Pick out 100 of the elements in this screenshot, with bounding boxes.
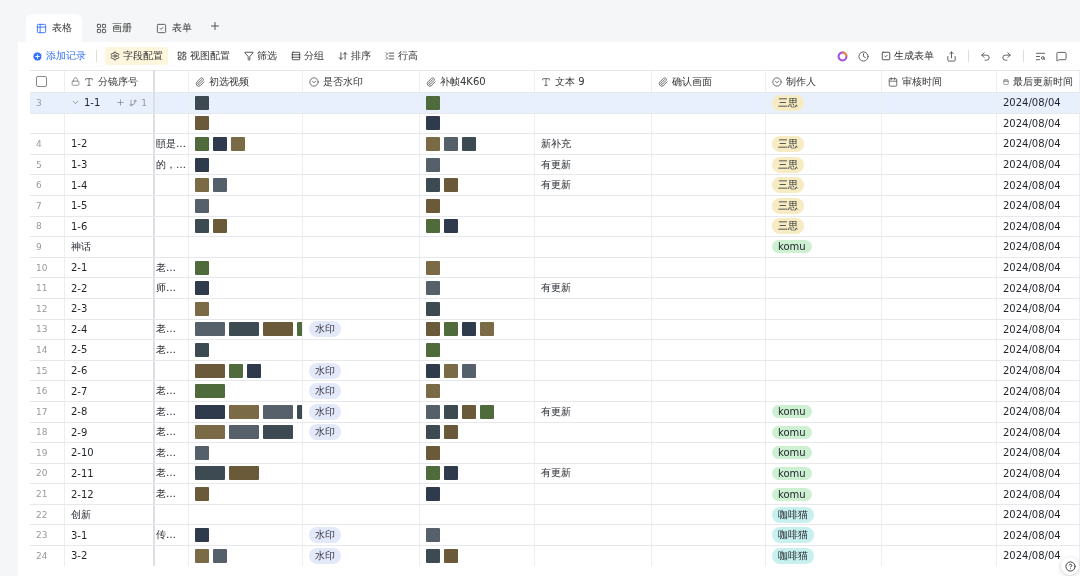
video-thumbnail[interactable] — [426, 301, 440, 316]
table-row[interactable]: 5 1-3 的，… 有更新 三思 2024/08/04 — [30, 153, 1080, 175]
toolbar-button[interactable]: 筛选 — [239, 47, 282, 65]
video-thumbnail[interactable] — [462, 322, 476, 337]
table-row[interactable]: 22 创新 咖啡猫 2024/08/04 — [30, 503, 1080, 525]
video-thumbnail[interactable] — [426, 116, 440, 131]
view-tab[interactable]: 表单 — [146, 14, 202, 42]
table-row[interactable]: 13 2-4 老… 水印 2024/08/04 — [30, 318, 1080, 340]
column-header[interactable]: 分镜序号 — [98, 74, 138, 89]
table-row[interactable]: 8 1-6 三思 2024/08/04 — [30, 215, 1080, 237]
video-thumbnail[interactable] — [195, 116, 209, 131]
video-thumbnail[interactable] — [195, 95, 209, 110]
video-thumbnail[interactable] — [444, 425, 458, 440]
table-row[interactable]: 7 1-5 三思 2024/08/04 — [30, 194, 1080, 216]
video-thumbnail[interactable] — [426, 528, 440, 543]
video-thumbnail[interactable] — [426, 548, 440, 563]
video-thumbnail[interactable] — [426, 157, 440, 172]
video-thumbnail[interactable] — [195, 466, 225, 481]
video-thumbnail[interactable] — [195, 342, 209, 357]
view-tab[interactable]: 画册 — [86, 14, 142, 42]
view-tab[interactable]: 表格 — [26, 14, 82, 42]
table-row[interactable]: 11 2-2 师… 有更新 2024/08/04 — [30, 277, 1080, 298]
column-header[interactable]: 是否水印 — [323, 74, 363, 89]
add-record-button[interactable]: 添加记录 — [30, 47, 88, 65]
video-thumbnail[interactable] — [444, 219, 458, 234]
generate-form-button[interactable]: 生成表单 — [876, 47, 939, 65]
video-thumbnail[interactable] — [426, 198, 440, 213]
table-row[interactable]: 18 2-9 老… 水印 komu 2024/08/04 — [30, 421, 1080, 443]
table-row[interactable]: 9 神话 komu 2024/08/04 — [30, 236, 1080, 257]
video-thumbnail[interactable] — [426, 260, 440, 275]
table-row[interactable]: 15 2-6 水印 2024/08/04 — [30, 359, 1080, 381]
video-thumbnail[interactable] — [195, 322, 225, 337]
video-thumbnail[interactable] — [444, 404, 458, 419]
video-thumbnail[interactable] — [229, 466, 259, 481]
table-row[interactable]: 3 1-1 1 三思 2024/08/04 — [30, 92, 1080, 113]
table-row[interactable]: 2024/08/04 — [30, 112, 1080, 134]
video-thumbnail[interactable] — [195, 198, 209, 213]
video-thumbnail[interactable] — [195, 219, 209, 234]
video-thumbnail[interactable] — [480, 404, 494, 419]
video-thumbnail[interactable] — [426, 322, 440, 337]
video-thumbnail[interactable] — [462, 404, 476, 419]
column-header[interactable]: 文本 9 — [555, 74, 585, 89]
video-thumbnail[interactable] — [426, 137, 440, 151]
video-thumbnail[interactable] — [247, 363, 261, 378]
table-row[interactable]: 24 3-2 水印 咖啡猫 2024/08/04 — [30, 545, 1080, 566]
table-row[interactable]: 10 2-1 老… 2024/08/04 — [30, 256, 1080, 278]
toolbar-button[interactable]: 字段配置 — [105, 47, 168, 65]
toolbar-button[interactable]: 分组 — [286, 47, 329, 65]
video-thumbnail[interactable] — [426, 219, 440, 234]
video-thumbnail[interactable] — [195, 528, 209, 543]
video-thumbnail[interactable] — [426, 404, 440, 419]
table-row[interactable]: 21 2-12 老… komu 2024/08/04 — [30, 483, 1080, 504]
table-row[interactable]: 4 1-2 頤是… 新补充 三思 2024/08/04 — [30, 133, 1080, 154]
video-thumbnail[interactable] — [462, 363, 476, 378]
video-thumbnail[interactable] — [480, 322, 494, 337]
video-thumbnail[interactable] — [195, 445, 209, 460]
video-thumbnail[interactable] — [426, 466, 440, 481]
video-thumbnail[interactable] — [229, 322, 259, 337]
video-thumbnail[interactable] — [444, 363, 458, 378]
video-thumbnail[interactable] — [195, 404, 225, 419]
table-row[interactable]: 14 2-5 老… 2024/08/04 — [30, 339, 1080, 360]
video-thumbnail[interactable] — [213, 137, 227, 151]
video-thumbnail[interactable] — [195, 137, 209, 151]
video-thumbnail[interactable] — [444, 178, 458, 193]
video-thumbnail[interactable] — [263, 322, 293, 337]
video-thumbnail[interactable] — [426, 178, 440, 193]
video-thumbnail[interactable] — [195, 281, 209, 296]
video-thumbnail[interactable] — [229, 363, 243, 378]
video-thumbnail[interactable] — [213, 178, 227, 193]
video-thumbnail[interactable] — [195, 260, 209, 275]
video-thumbnail[interactable] — [462, 137, 476, 151]
table-row[interactable]: 19 2-10 老… komu 2024/08/04 — [30, 442, 1080, 463]
video-thumbnail[interactable] — [195, 178, 209, 193]
video-thumbnail[interactable] — [195, 157, 209, 172]
video-thumbnail[interactable] — [263, 404, 293, 419]
video-thumbnail[interactable] — [195, 363, 225, 378]
video-thumbnail[interactable] — [195, 548, 209, 563]
column-header[interactable]: 制作人 — [786, 74, 816, 89]
video-thumbnail[interactable] — [231, 137, 245, 151]
video-thumbnail[interactable] — [426, 487, 440, 502]
table-row[interactable]: 20 2-11 老… 有更新 komu 2024/08/04 — [30, 462, 1080, 484]
table-row[interactable]: 23 3-1 传… 水印 咖啡猫 2024/08/04 — [30, 524, 1080, 546]
video-thumbnail[interactable] — [229, 404, 259, 419]
table-row[interactable]: 12 2-3 2024/08/04 — [30, 297, 1080, 319]
video-thumbnail[interactable] — [426, 363, 440, 378]
video-thumbnail[interactable] — [444, 137, 458, 151]
video-thumbnail[interactable] — [213, 219, 227, 234]
video-thumbnail[interactable] — [195, 384, 225, 399]
video-thumbnail[interactable] — [195, 301, 209, 316]
table-row[interactable]: 6 1-4 有更新 三思 2024/08/04 — [30, 174, 1080, 195]
video-thumbnail[interactable] — [426, 445, 440, 460]
video-thumbnail[interactable] — [444, 322, 458, 337]
video-thumbnail[interactable] — [426, 342, 440, 357]
video-thumbnail[interactable] — [426, 281, 440, 296]
video-thumbnail[interactable] — [444, 548, 458, 563]
table-row[interactable]: 17 2-8 老… 水印 有更新 komu 2024/08/04 — [30, 400, 1080, 422]
toolbar-button[interactable]: 行高 — [380, 47, 423, 65]
column-header[interactable]: 补帧4K60 — [440, 74, 486, 89]
video-thumbnail[interactable] — [195, 425, 225, 440]
video-thumbnail[interactable] — [426, 95, 440, 110]
